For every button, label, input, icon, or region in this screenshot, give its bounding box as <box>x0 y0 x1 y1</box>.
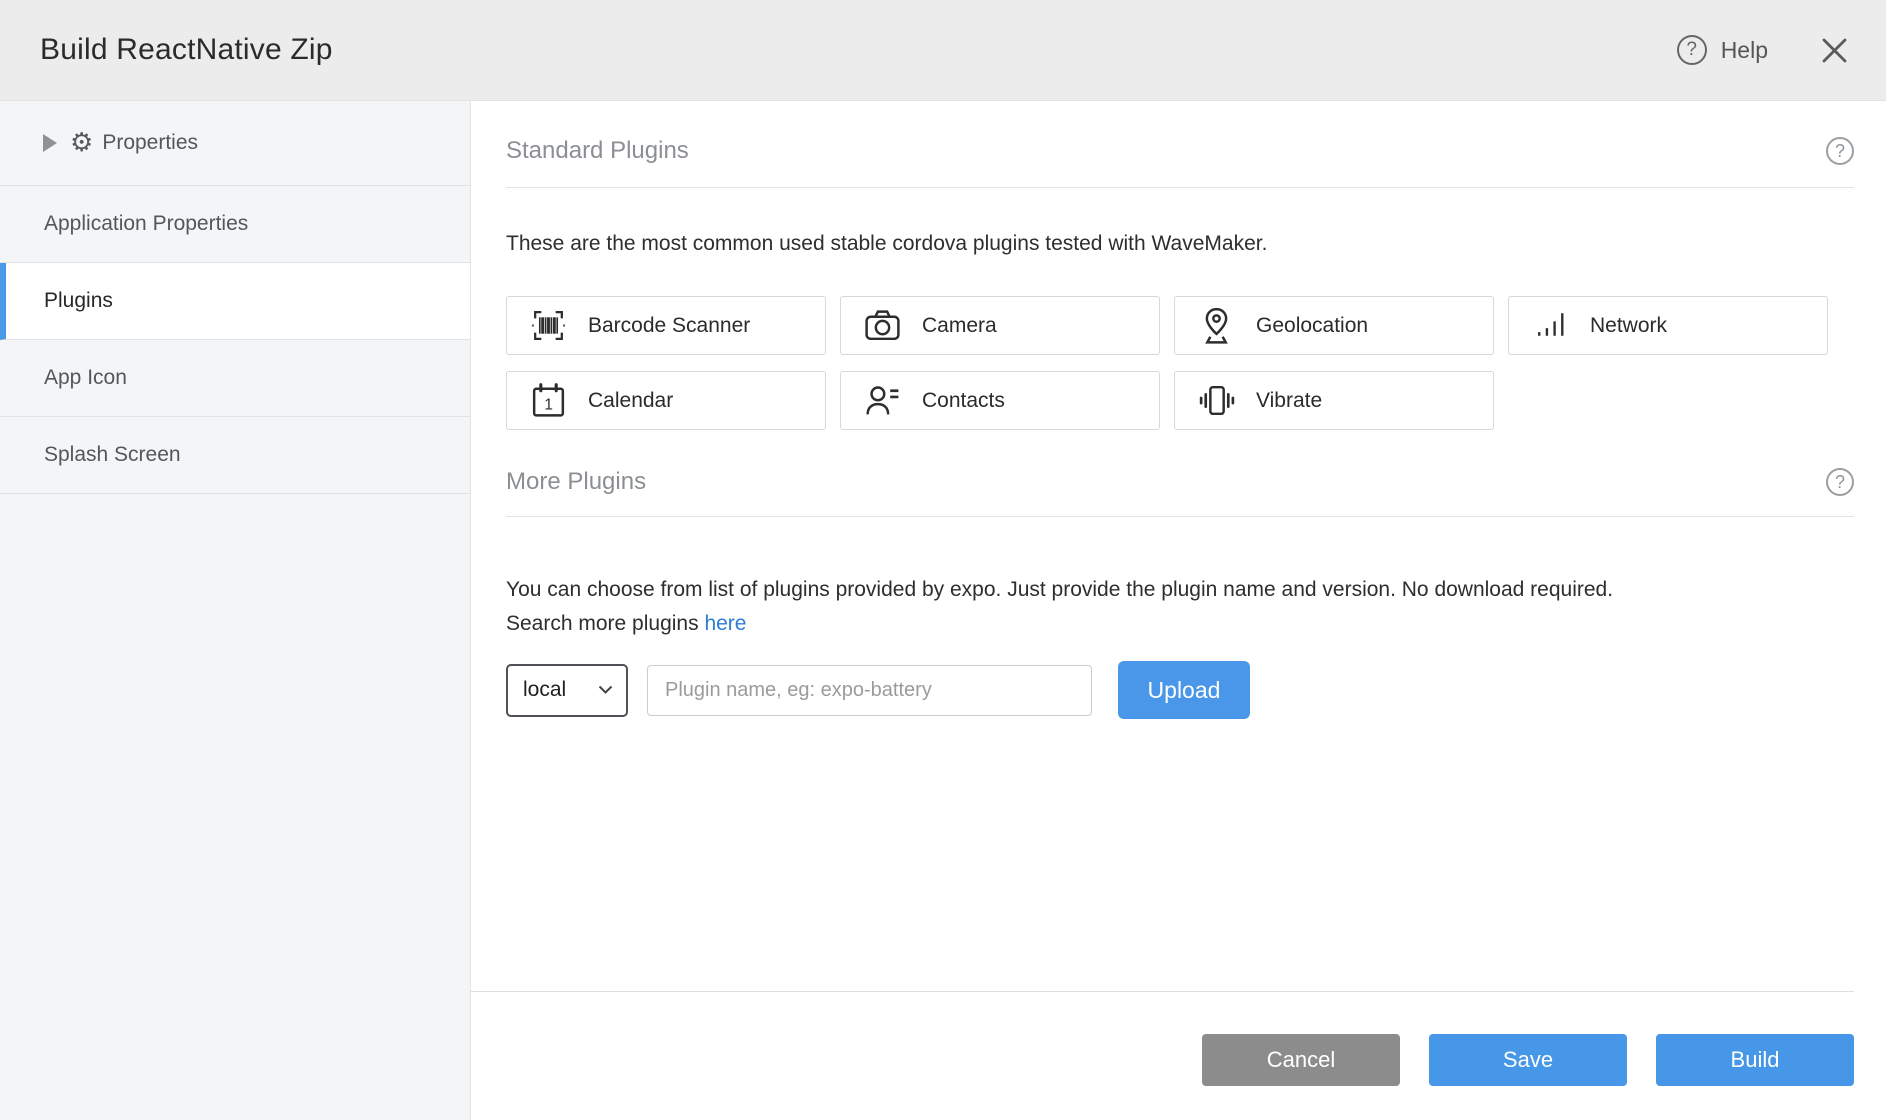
dialog-footer: Cancel Save Build <box>506 991 1854 1120</box>
sidebar-item-label: App Icon <box>44 366 127 390</box>
upload-button[interactable]: Upload <box>1118 661 1250 719</box>
help-icon[interactable]: ? <box>1677 35 1707 65</box>
sidebar-item-label: Application Properties <box>44 212 248 236</box>
plugin-source-select[interactable]: local <box>506 664 628 717</box>
section-help-icon[interactable]: ? <box>1826 137 1854 165</box>
calendar-icon: 1 <box>528 380 569 421</box>
plugin-upload-form: local Upload <box>506 661 1854 719</box>
more-plugins-description: You can choose from list of plugins prov… <box>506 573 1854 641</box>
sidebar-item-app-icon[interactable]: App Icon <box>0 340 470 417</box>
search-more-plugins-text: Search more plugins <box>506 612 704 635</box>
build-button[interactable]: Build <box>1656 1034 1854 1086</box>
sidebar-item-plugins[interactable]: Plugins <box>0 263 470 340</box>
footer-divider <box>471 991 1854 992</box>
plugin-card-label: Vibrate <box>1256 389 1322 413</box>
section-help-icon[interactable]: ? <box>1826 468 1854 496</box>
sidebar-item-splash-screen[interactable]: Splash Screen <box>0 417 470 494</box>
plugin-card-label: Camera <box>922 314 997 338</box>
page-title: Build ReactNative Zip <box>40 33 333 67</box>
plugin-card-label: Network <box>1590 314 1667 338</box>
question-mark-glyph: ? <box>1835 141 1845 162</box>
here-link[interactable]: here <box>704 612 746 635</box>
more-plugins-header: More Plugins ? <box>506 468 1854 517</box>
sidebar: ⚙ Properties Application Properties Plug… <box>0 101 471 1120</box>
plugin-card-label: Geolocation <box>1256 314 1368 338</box>
network-icon <box>1530 305 1571 346</box>
plugin-cards: Barcode Scanner Camera Geolocation <box>506 296 1842 430</box>
section-title: Standard Plugins <box>506 137 689 165</box>
plugin-card-network[interactable]: Network <box>1508 296 1828 355</box>
plugin-name-input[interactable] <box>647 665 1092 716</box>
save-button[interactable]: Save <box>1429 1034 1627 1086</box>
plugin-card-contacts[interactable]: Contacts <box>840 371 1160 430</box>
plugin-card-barcode-scanner[interactable]: Barcode Scanner <box>506 296 826 355</box>
plugin-card-label: Barcode Scanner <box>588 314 750 338</box>
vibrate-icon <box>1196 380 1237 421</box>
question-mark-glyph: ? <box>1686 39 1697 61</box>
camera-icon <box>862 305 903 346</box>
chevron-down-icon <box>598 685 613 695</box>
contacts-icon <box>862 380 903 421</box>
help-label[interactable]: Help <box>1721 37 1768 64</box>
sidebar-item-application-properties[interactable]: Application Properties <box>0 186 470 263</box>
question-mark-glyph: ? <box>1835 472 1845 493</box>
plugin-card-camera[interactable]: Camera <box>840 296 1160 355</box>
standard-plugins-header: Standard Plugins ? <box>506 137 1854 188</box>
barcode-scanner-icon <box>528 305 569 346</box>
gear-icon: ⚙ <box>70 130 93 156</box>
section-title: More Plugins <box>506 468 646 496</box>
standard-plugins-description: These are the most common used stable co… <box>506 232 1854 256</box>
plugin-card-label: Contacts <box>922 389 1005 413</box>
cancel-button[interactable]: Cancel <box>1202 1034 1400 1086</box>
plugin-card-geolocation[interactable]: Geolocation <box>1174 296 1494 355</box>
select-value: local <box>523 678 566 702</box>
more-plugins-description-text: You can choose from list of plugins prov… <box>506 578 1613 601</box>
close-icon[interactable] <box>1821 37 1848 64</box>
plugin-card-label: Calendar <box>588 389 673 413</box>
expand-triangle-icon[interactable] <box>43 134 57 152</box>
geolocation-icon <box>1196 305 1237 346</box>
dialog-header: Build ReactNative Zip ? Help <box>0 0 1886 101</box>
sidebar-item-properties[interactable]: ⚙ Properties <box>0 101 470 186</box>
plugin-card-vibrate[interactable]: Vibrate <box>1174 371 1494 430</box>
sidebar-item-label: Plugins <box>44 289 113 313</box>
sidebar-item-label: Splash Screen <box>44 443 181 467</box>
svg-text:1: 1 <box>544 397 553 414</box>
plugin-card-calendar[interactable]: 1 Calendar <box>506 371 826 430</box>
main-content: Standard Plugins ? These are the most co… <box>471 101 1886 1120</box>
sidebar-item-label: Properties <box>102 131 198 155</box>
